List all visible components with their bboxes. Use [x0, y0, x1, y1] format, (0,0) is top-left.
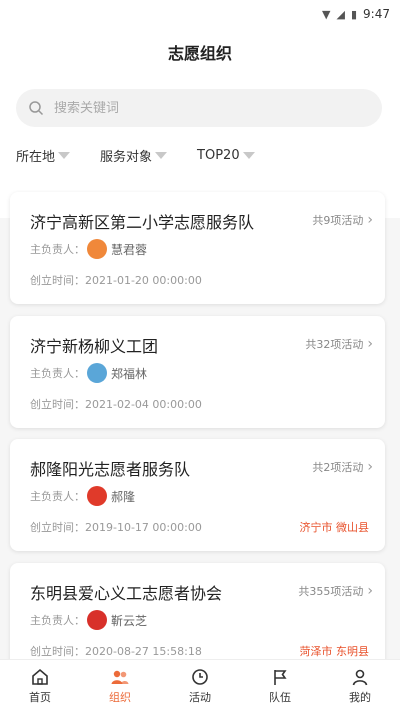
organization-card[interactable]: 东明县爱心义工志愿者协会 共355项活动 › 主负责人： 靳云芝 创立时间：202…: [10, 563, 385, 660]
tab-label: 我的: [349, 690, 371, 704]
leader-label: 主负责人：: [30, 367, 85, 380]
filter-service-target[interactable]: 服务对象: [100, 146, 168, 165]
leader-name: 郑福林: [111, 366, 148, 381]
leader-row: 主负责人： 慧君蓉: [30, 239, 147, 259]
tab-label: 组织: [109, 690, 131, 704]
organization-name: 郝隆阳光志愿者服务队: [30, 460, 191, 479]
organization-name: 东明县爱心义工志愿者协会: [30, 584, 223, 603]
battery-icon: ▮: [350, 7, 358, 21]
activity-icon: [192, 668, 208, 685]
avatar: [87, 486, 107, 506]
caret-down-icon: [155, 152, 168, 159]
filter-location[interactable]: 所在地: [16, 146, 71, 165]
created-time: 创立时间：2020-08-27 15:58:18: [30, 645, 202, 658]
wifi-icon: ▼: [322, 7, 331, 21]
tab-label: 首页: [29, 690, 51, 704]
organization-list[interactable]: 济宁高新区第二小学志愿服务队 共9项活动 › 主负责人： 慧君蓉 创立时间：202…: [0, 190, 400, 660]
avatar: [87, 610, 107, 630]
caret-down-icon: [58, 152, 71, 159]
signal-icon: ◢: [336, 7, 345, 21]
created-time: 创立时间：2021-01-20 00:00:00: [30, 274, 202, 287]
avatar: [87, 363, 107, 383]
leader-label: 主负责人：: [30, 243, 85, 256]
tab-label: 队伍: [269, 690, 291, 704]
tab-activity[interactable]: 活动: [160, 660, 240, 711]
leader-label: 主负责人：: [30, 490, 85, 503]
leader-name: 郝隆: [111, 489, 136, 504]
caret-down-icon: [242, 152, 255, 159]
tab-organization[interactable]: 组织: [80, 660, 160, 711]
leader-row: 主负责人： 郑福林: [30, 363, 147, 383]
organization-card[interactable]: 济宁新杨柳义工团 共32项活动 › 主负责人： 郑福林 创立时间：2021-02-…: [10, 316, 385, 428]
organization-name: 济宁新杨柳义工团: [30, 337, 159, 356]
leader-row: 主负责人： 靳云芝: [30, 610, 147, 630]
activity-count[interactable]: 共2项活动 ›: [312, 459, 373, 475]
organization-card[interactable]: 郝隆阳光志愿者服务队 共2项活动 › 主负责人： 郝隆 创立时间：2019-10-…: [10, 439, 385, 551]
location: 菏泽市 东明县: [299, 645, 370, 658]
activity-count[interactable]: 共355项活动 ›: [298, 583, 373, 599]
search-icon: [29, 101, 44, 116]
organization-card[interactable]: 济宁高新区第二小学志愿服务队 共9项活动 › 主负责人： 慧君蓉 创立时间：202…: [10, 192, 385, 304]
filter-bar: 所在地 服务对象 TOP20: [16, 146, 285, 165]
created-time: 创立时间：2021-02-04 00:00:00: [30, 398, 202, 411]
chevron-right-icon: ›: [367, 212, 373, 228]
activity-count[interactable]: 共9项活动 ›: [312, 212, 373, 228]
tab-label: 活动: [189, 690, 211, 704]
status-bar: ▼ ◢ ▮ 9:47: [0, 0, 400, 28]
filter-label: TOP20: [197, 148, 240, 163]
group-icon: [111, 670, 129, 684]
activity-count[interactable]: 共32项活动 ›: [305, 336, 373, 352]
tab-profile[interactable]: 我的: [320, 660, 400, 711]
leader-label: 主负责人：: [30, 614, 85, 627]
filter-label: 服务对象: [100, 150, 153, 165]
leader-name: 慧君蓉: [111, 242, 148, 257]
location: 济宁市 微山县: [299, 521, 370, 534]
leader-name: 靳云芝: [111, 613, 148, 628]
filter-label: 所在地: [16, 150, 56, 165]
avatar: [87, 239, 107, 259]
search-input[interactable]: [54, 100, 354, 116]
search-bar[interactable]: [16, 89, 382, 127]
chevron-right-icon: ›: [367, 459, 373, 475]
created-time: 创立时间：2019-10-17 00:00:00: [30, 521, 202, 534]
organization-name: 济宁高新区第二小学志愿服务队: [30, 213, 255, 232]
page-title: 志愿组织: [167, 44, 232, 63]
tab-team[interactable]: 队伍: [240, 660, 320, 711]
chevron-right-icon: ›: [367, 583, 373, 599]
flag-icon: [274, 669, 287, 685]
tab-home[interactable]: 首页: [0, 660, 80, 711]
chevron-right-icon: ›: [367, 336, 373, 352]
home-icon: [32, 668, 48, 685]
user-icon: [352, 669, 368, 685]
filter-top20[interactable]: TOP20: [197, 146, 255, 165]
leader-row: 主负责人： 郝隆: [30, 486, 135, 506]
status-time: 9:47: [363, 7, 390, 21]
bottom-tab-bar: 首页 组织 活动 队伍 我的: [0, 659, 400, 711]
